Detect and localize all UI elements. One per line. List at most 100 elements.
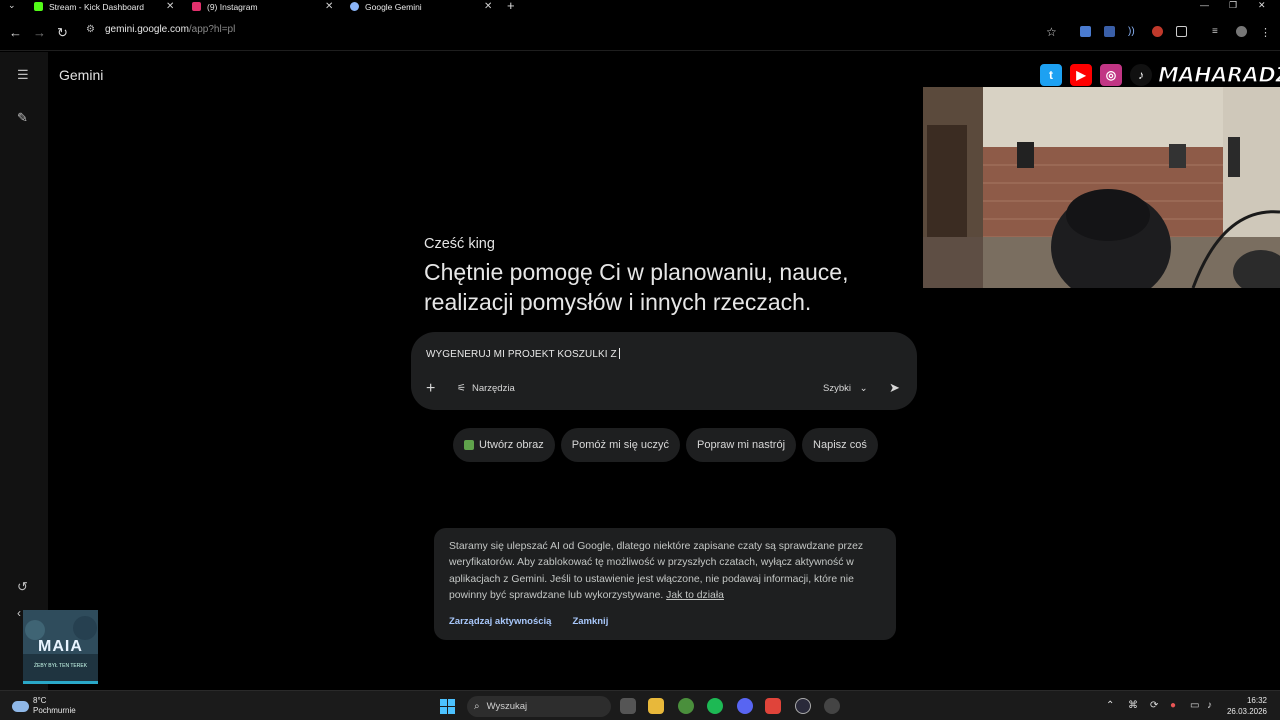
send-arrow-icon[interactable]: ➤ [889,380,900,396]
adblock-extension-icon[interactable] [1152,26,1163,37]
site-info-icon[interactable]: ⚙ [86,24,95,35]
instagram-favicon-icon [192,2,201,11]
forward-arrow-icon[interactable]: → [33,25,46,40]
album-subtitle: ŻEBY BYŁ TEN TEREK [33,663,88,669]
translate-extension-icon[interactable] [1080,26,1091,37]
kick-favicon-icon [34,2,43,11]
chip-create-image[interactable]: Utwórz obraz [453,428,555,462]
close-tab-icon[interactable]: ✕ [484,1,492,12]
privacy-notice: Staramy się ulepszać AI od Google, dlate… [434,528,896,640]
tools-button[interactable]: ⚟ Narzędzia [457,383,515,394]
text-caret [618,348,620,359]
tab-search-icon[interactable]: ⌄ [8,0,16,11]
how-it-works-link[interactable]: Jak to działa [666,590,724,601]
prompt-input[interactable]: WYGENERUJ MI PROJEKT KOSZULKI Z [426,348,620,360]
task-view-icon[interactable] [620,698,636,714]
cloud-icon [12,700,29,712]
notice-body: Staramy się ulepszać AI od Google, dlate… [449,539,881,605]
prompt-value: WYGENERUJ MI PROJEKT KOSZULKI Z [426,349,617,360]
minimize-icon[interactable]: — [1200,0,1209,10]
streamer-brand: MAHARADZZA [1157,62,1280,87]
close-tab-icon[interactable]: ✕ [325,1,333,12]
hamburger-menu-icon[interactable]: ☰ [17,67,29,83]
pdf-extension-icon[interactable] [1104,26,1115,37]
spotify-icon[interactable] [707,698,723,714]
chip-label: Popraw mi nastrój [697,439,786,451]
clock-time: 16:32 [1246,696,1267,705]
tray-volume-icon[interactable]: ♪ [1207,700,1212,711]
webcam-scene-image [923,87,1280,288]
menu-dots-icon[interactable]: ⋮ [1260,26,1271,39]
reload-icon[interactable]: ↻ [57,25,68,41]
address-bar[interactable]: ⚙ gemini.google.com/app?hl=pl [86,24,235,35]
tray-chevron-up-icon[interactable]: ⌃ [1106,700,1114,711]
tab-label: Google Gemini [365,1,422,12]
chip-improve-mood[interactable]: Popraw mi nastrój [686,428,797,462]
new-tab-plus-icon[interactable]: + [507,0,515,13]
close-tab-icon[interactable]: ✕ [166,1,174,12]
twitter-bird-icon: t [1038,62,1064,88]
page-headline: Chętnie pomogę Ci w planowaniu, nauce, r… [424,259,849,315]
maximize-icon[interactable]: ❐ [1229,0,1237,11]
collapse-arrow-icon[interactable]: ‹ [17,606,21,620]
weather-text: 8°C Pochmurnie [33,696,76,716]
new-chat-edit-icon[interactable]: ✎ [17,110,28,126]
discord-icon[interactable] [737,698,753,714]
tab-gemini[interactable]: Google Gemini ✕ [350,0,492,13]
windows-taskbar: 8°C Pochmurnie ⌕ Wyszukaj ⌃ ⌘ ⟳ ● ▭ ♪ 16… [0,690,1280,720]
instagram-camera-icon: ◎ [1098,62,1124,88]
tab-label: Stream - Kick Dashboard [49,1,144,12]
tab-strip: ⌄ Stream - Kick Dashboard ✕ (9) Instagra… [0,0,1280,13]
tab-instagram[interactable]: (9) Instagram ✕ [192,0,333,13]
playlist-icon[interactable]: ≡ [1212,26,1223,37]
taskbar-search[interactable]: ⌕ Wyszukaj [467,696,611,717]
tools-sliders-icon: ⚟ [457,383,466,394]
chevron-down-icon: ⌄ [859,383,868,394]
add-file-plus-icon[interactable]: + [426,380,435,398]
mode-label: Szybki [823,383,851,394]
tray-gamepad-icon[interactable]: ⌘ [1128,700,1138,711]
app-title: Gemini [59,67,104,83]
social-banner: t ▶ ◎ ♪ MAHARADZZA [1038,60,1280,90]
weather-widget[interactable]: 8°C Pochmurnie [12,696,76,716]
url-path: /app?hl=pl [188,24,236,35]
tab-kick[interactable]: Stream - Kick Dashboard ✕ [34,0,174,13]
manage-activity-button[interactable]: Zarządzaj aktywnością [449,616,551,627]
youtube-play-icon: ▶ [1068,62,1094,88]
bookmark-star-icon[interactable]: ☆ [1046,25,1057,39]
chrome-icon[interactable] [678,698,694,714]
profile-avatar[interactable] [1236,26,1247,37]
window-close-icon[interactable]: ✕ [1258,0,1266,11]
image-picture-icon [464,440,474,450]
tools-label: Narzędzia [471,383,515,394]
chrome-profile-icon[interactable] [824,698,840,714]
tab-label: (9) Instagram [207,1,258,12]
url-host: gemini.google.com [104,24,189,35]
extensions-puzzle-icon[interactable] [1176,26,1187,37]
file-explorer-icon[interactable] [648,698,664,714]
greeting: Cześć king [424,236,495,252]
gemini-sidebar: ☰ ✎ ↺ [0,52,48,690]
model-mode-dropdown[interactable]: Szybki ⌄ [823,383,868,394]
webcam-feed [923,87,1280,288]
audio-extension-icon[interactable]: )) [1128,26,1139,37]
windows-start-icon[interactable] [440,699,455,714]
chip-label: Napisz coś [813,439,867,451]
chip-help-learn[interactable]: Pomóż mi się uczyć [560,428,680,462]
tray-display-icon[interactable]: ▭ [1190,700,1199,711]
suggestion-chips: Utwórz obraz Pomóż mi się uczyć Popraw m… [453,428,878,462]
tray-microphone-icon[interactable]: ● [1170,700,1176,711]
weather-condition: Pochmurnie [33,706,76,715]
playback-progress-bar [23,681,98,684]
tray-sync-icon[interactable]: ⟳ [1150,700,1158,711]
temperature: 8°C [33,696,47,705]
search-icon: ⌕ [474,701,480,712]
streaming-app-icon[interactable] [765,698,781,714]
chip-write-something[interactable]: Napisz coś [802,428,878,462]
prompt-box: WYGENERUJ MI PROJEKT KOSZULKI Z + ⚟ Narz… [411,332,917,410]
close-notice-button[interactable]: Zamknij [572,616,608,627]
back-arrow-icon[interactable]: ← [9,25,22,40]
activity-history-icon[interactable]: ↺ [17,579,28,595]
system-clock[interactable]: 16:32 26.03.2026 [1222,695,1267,717]
obs-icon[interactable] [795,698,811,714]
